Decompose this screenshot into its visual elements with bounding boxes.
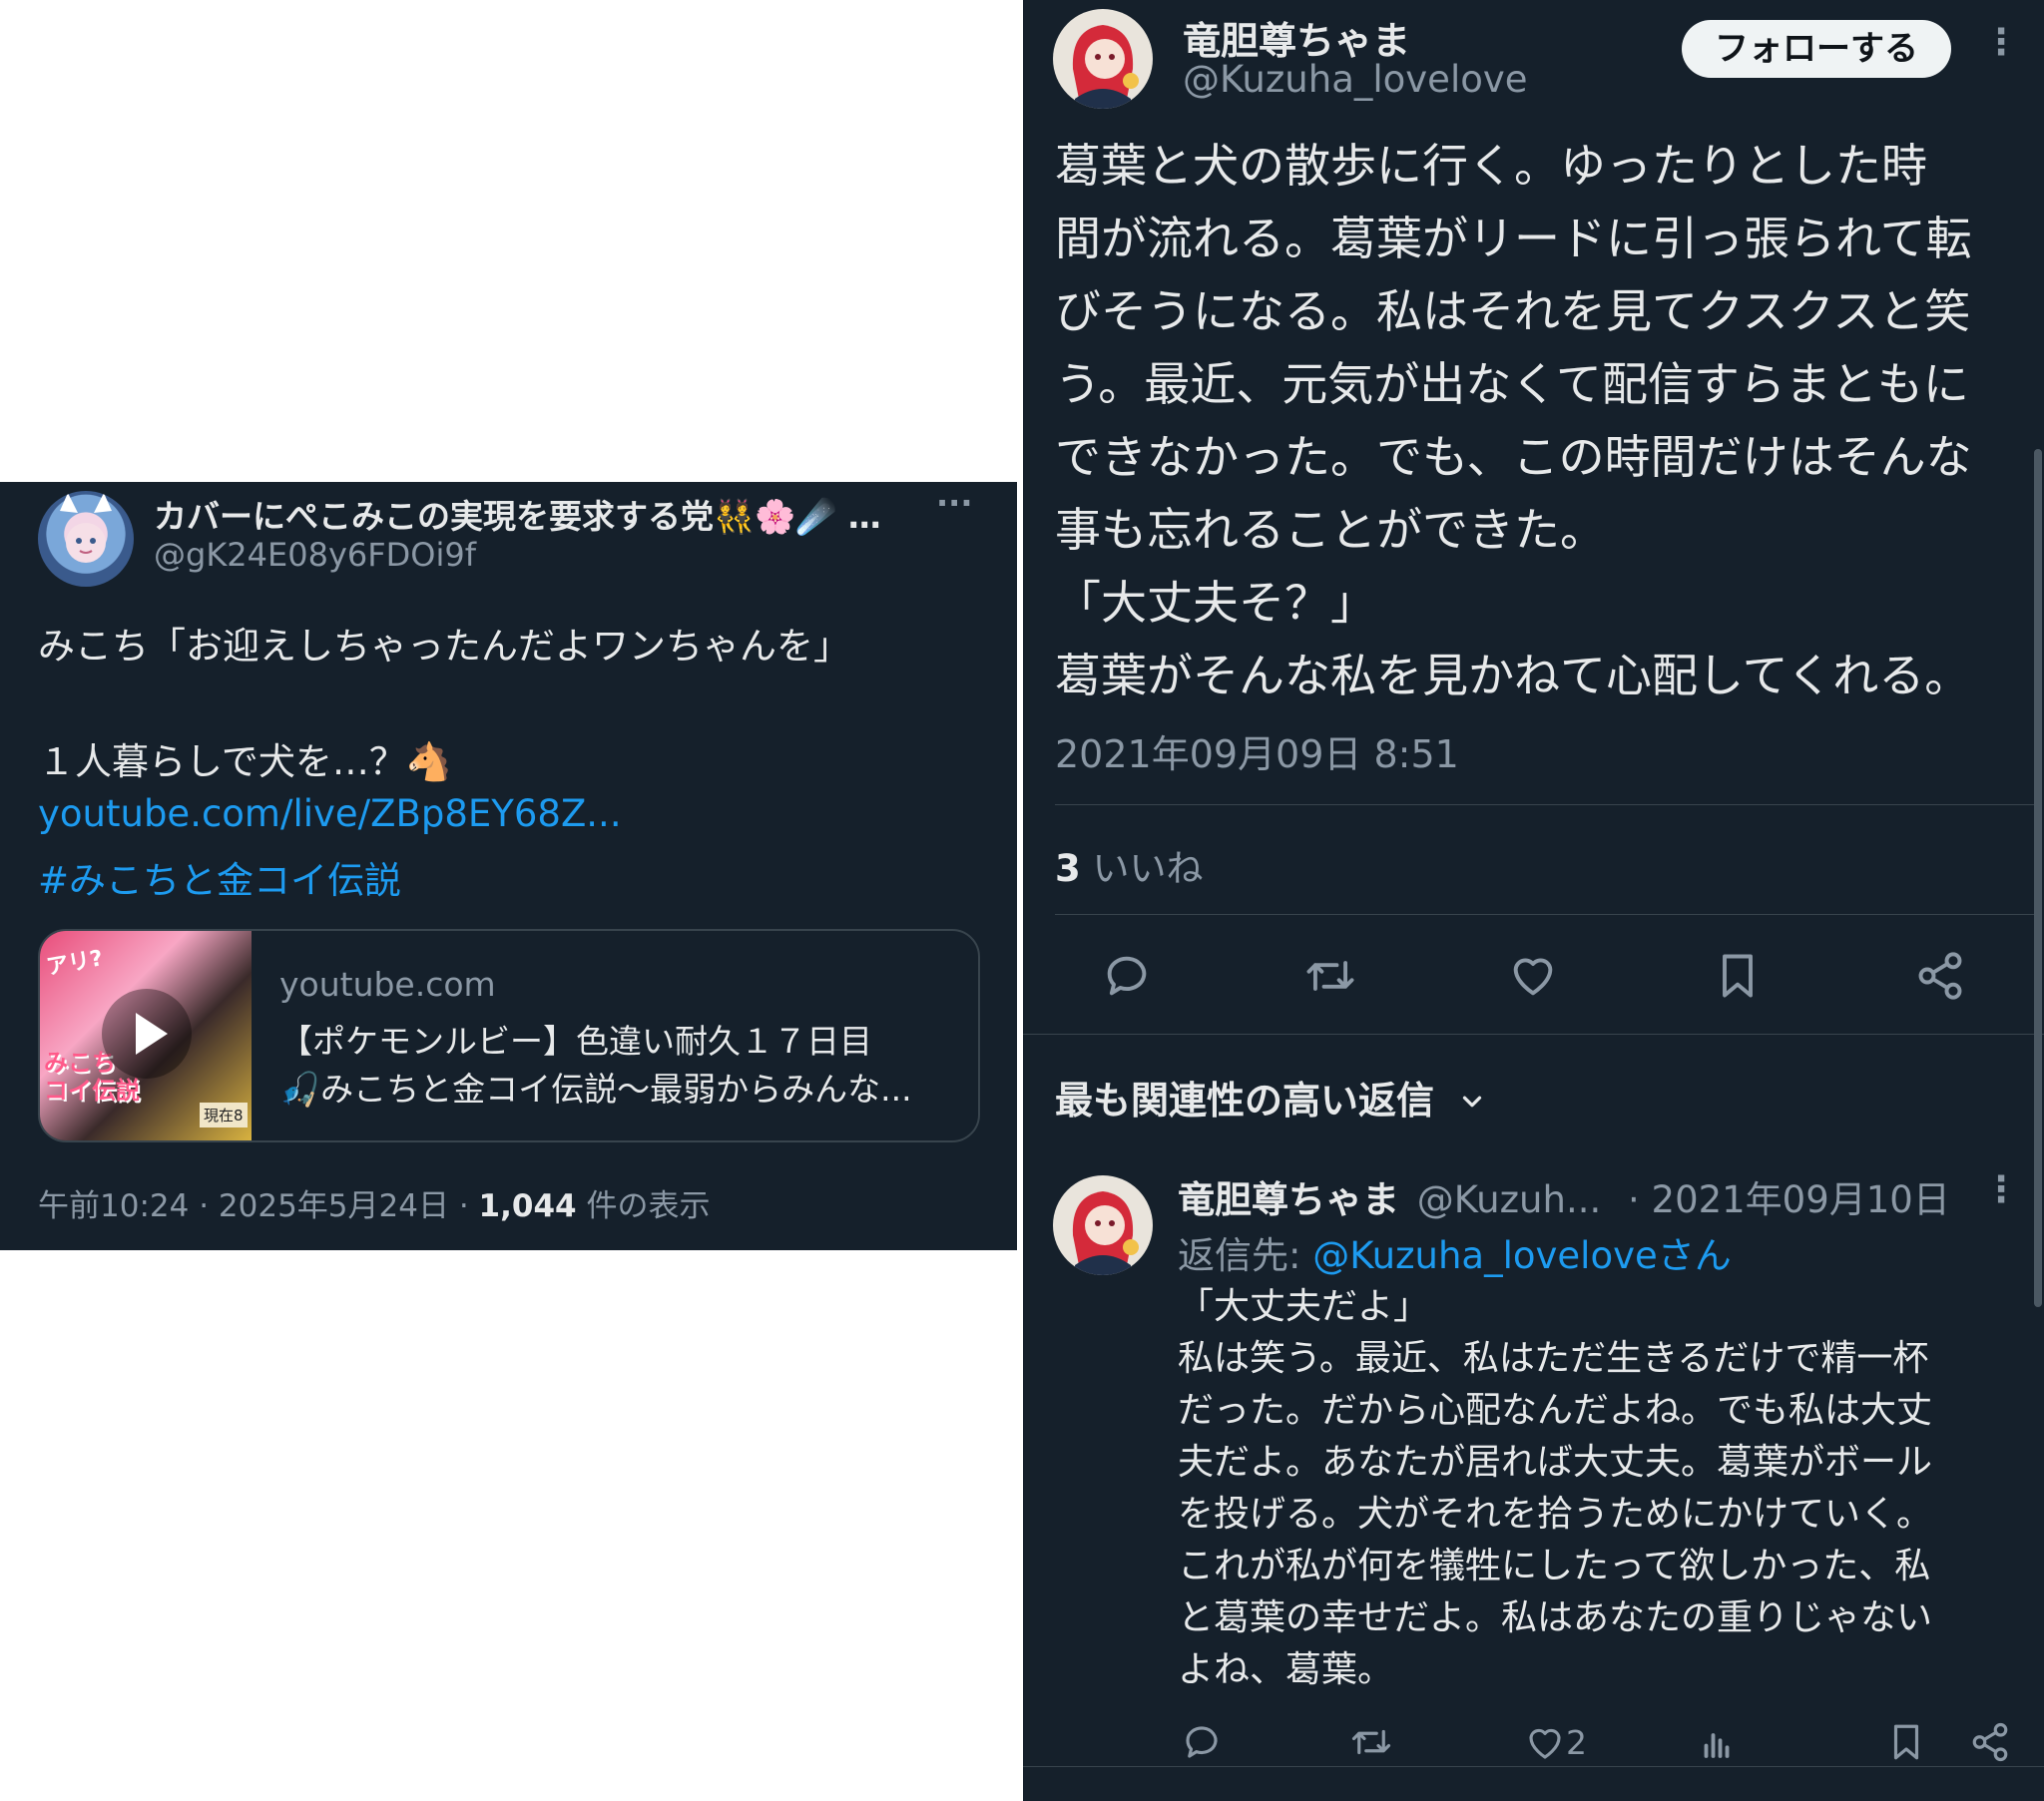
like-icon[interactable]	[1507, 950, 1559, 1002]
tweet-time[interactable]: 午前10:24	[38, 1188, 189, 1224]
divider	[1023, 1766, 2044, 1767]
play-icon[interactable]	[102, 989, 192, 1079]
reply-avatar[interactable]	[1053, 1175, 1153, 1275]
tweet-text-line: う。最近、元気が出なくて配信すらまともに	[1055, 357, 1969, 411]
divider	[1023, 1034, 2044, 1035]
tweet-text-line: びそうになる。私はそれを見てクスクスと笑	[1055, 284, 1971, 338]
like-icon[interactable]	[1524, 1722, 1566, 1764]
like-count[interactable]: 3	[1055, 847, 1081, 890]
left-tweet-panel: カバーにぺこみこの実現を要求する党👯🌸☄️ … ··· @gK24E08y6FD…	[0, 482, 1017, 1250]
display-name[interactable]: カバーにぺこみこの実現を要求する党	[154, 497, 714, 536]
reply-text-line: 私は笑う。最近、私はただ生きるだけで精一杯	[1178, 1338, 1929, 1379]
reply-text-line: と葛葉の幸せだよ。私はあなたの重りじゃない	[1178, 1597, 1933, 1638]
display-name[interactable]: 竜胆尊ちゃま	[1183, 10, 1410, 65]
tweet-text-line: できなかった。でも、この時間だけはそんな	[1055, 430, 1972, 484]
share-icon[interactable]	[1969, 1721, 2011, 1763]
more-icon[interactable]: ···	[936, 484, 972, 522]
more-icon[interactable]: ⋮	[1983, 22, 2019, 63]
reply-text-line: だった。だから心配なんだよね。でも私は大丈	[1178, 1390, 1933, 1431]
divider	[1055, 804, 2037, 805]
tweet-date[interactable]: 2025年5月24日	[219, 1188, 449, 1224]
meta-separator: ·	[189, 1188, 219, 1224]
thumb-text: アリ?	[44, 946, 105, 981]
reply-like-count: 2	[1566, 1723, 1587, 1762]
reply-text-line: 「大丈夫だよ」	[1178, 1286, 1430, 1327]
sort-label[interactable]: 最も関連性の高い返信	[1055, 1079, 1434, 1123]
reply-to-handle[interactable]: @Kuzuha_loveloveさん	[1312, 1234, 1732, 1277]
like-label[interactable]: いいね	[1081, 847, 1204, 890]
views-icon[interactable]	[1696, 1721, 1738, 1763]
reply-text-line: を投げる。犬がそれを拾うためにかけていく。	[1178, 1494, 1933, 1535]
tweet-text-line: １人暮らしで犬を…？🐴	[38, 740, 452, 783]
reply-icon[interactable]	[1101, 950, 1153, 1002]
reply-text-line: 夫だよ。あなたが居れば大丈夫。葛葉がボール	[1178, 1442, 1933, 1483]
reply-text-line: これが私が何を犠牲にしたって欲しかった、私	[1178, 1546, 1931, 1586]
bookmark-icon[interactable]	[1885, 1721, 1927, 1763]
handle[interactable]: @Kuzuha_lovelove	[1183, 58, 1528, 101]
share-icon[interactable]	[1914, 950, 1966, 1002]
reply-text-line: よね、葛葉。	[1178, 1649, 1394, 1690]
tweet-link[interactable]: youtube.com/live/ZBp8EY68Z...	[38, 792, 622, 835]
reply-body: 「大丈夫だよ」 私は笑う。最近、私はただ生きるだけで精一杯 だった。だから心配な…	[1178, 1281, 2036, 1696]
view-count: 1,044	[478, 1188, 577, 1224]
reply-handle[interactable]: @Kuzuh...	[1417, 1178, 1601, 1221]
divider	[1055, 914, 2037, 915]
like-button[interactable]: 2	[1524, 1721, 1587, 1764]
avatar[interactable]	[38, 491, 134, 587]
handle[interactable]: @gK24E08y6FDOi9f	[154, 536, 476, 574]
avatar[interactable]	[1053, 9, 1153, 109]
reply-display-name[interactable]: 竜胆尊ちゃま	[1178, 1178, 1399, 1221]
link-card[interactable]: アリ? みこち コイ伝説 現在8 youtube.com 【ポケモンルビー】色違…	[38, 929, 980, 1142]
tweet-text-line: 事も忘れることができた。	[1055, 503, 1606, 557]
more-icon[interactable]: ⋮	[1983, 1169, 2019, 1210]
name-emoji: 👯🌸☄️ …	[714, 497, 881, 536]
tweet-text-line: 葛葉と犬の散歩に行く。ゆったりとした時	[1055, 139, 1927, 193]
reply-to-label: 返信先:	[1178, 1234, 1313, 1277]
tweet-body: 葛葉と犬の散歩に行く。ゆったりとした時 間が流れる。葛葉がリードに引っ張られて転…	[1055, 130, 2033, 712]
card-title-line: 【ポケモンルビー】色違い耐久１７日目	[279, 1022, 872, 1061]
retweet-icon[interactable]	[1348, 1721, 1394, 1763]
hashtag-link[interactable]: #みこちと金コイ伝説	[38, 850, 401, 904]
reply-date[interactable]: · 2021年09月10日	[1628, 1169, 1950, 1223]
tweet-text-line: 葛葉がそんな私を見かねて心配してくれる。	[1055, 649, 1971, 702]
meta-separator: ·	[448, 1188, 479, 1224]
card-thumbnail[interactable]: アリ? みこち コイ伝説 現在8	[40, 931, 252, 1140]
card-domain: youtube.com	[279, 965, 496, 1004]
chevron-down-icon[interactable]	[1457, 1082, 1487, 1126]
view-label: 件の表示	[576, 1188, 711, 1224]
scrollbar[interactable]	[2034, 449, 2042, 1307]
tweet-timestamp[interactable]: 2021年09月09日 8:51	[1055, 723, 1459, 778]
reply-icon[interactable]	[1181, 1721, 1223, 1763]
right-tweet-panel: 竜胆尊ちゃま @Kuzuha_lovelove フォローする ⋮ 葛葉と犬の散歩…	[1023, 0, 2044, 1801]
tweet-text-line: 間が流れる。葛葉がリードに引っ張られて転	[1055, 212, 1972, 265]
thumb-badge: 現在8	[200, 1103, 248, 1127]
tweet-text-line: みこち「お迎えしちゃったんだよワンちゃんを」	[38, 625, 850, 668]
bookmark-icon[interactable]	[1712, 950, 1764, 1002]
card-title-line: 🎣みこちと金コイ伝説〜最弱からみんな...	[279, 1070, 912, 1109]
retweet-icon[interactable]	[1302, 950, 1358, 1002]
tweet-text-line: 「大丈夫そ？」	[1055, 576, 1376, 630]
follow-button[interactable]: フォローする	[1682, 20, 1951, 78]
